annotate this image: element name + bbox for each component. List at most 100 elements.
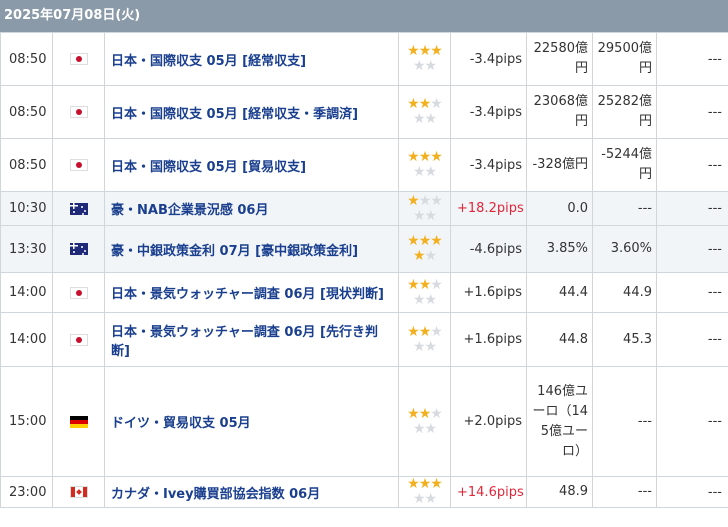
jp-flag-icon: [69, 53, 88, 65]
star-icon: ★: [407, 233, 420, 249]
forecast-value: 29500億円: [592, 32, 657, 86]
star-icon: ★: [412, 58, 426, 74]
event-time: 08:50: [0, 32, 53, 86]
star-icon: ★: [418, 43, 432, 59]
event-time: 13:30: [0, 225, 53, 273]
event-time: 10:30: [0, 191, 53, 226]
result-value: ---: [656, 32, 728, 86]
pips-change: -3.4pips: [450, 85, 527, 139]
event-time: 08:50: [0, 138, 53, 192]
date-label: 2025年07月08日(火): [4, 8, 141, 23]
event-name-link[interactable]: ドイツ・貿易収支 05月: [104, 366, 399, 477]
star-icon: ★: [418, 405, 432, 422]
star-icon: ★: [418, 476, 432, 492]
forecast-value: ---: [592, 476, 657, 508]
country-cell: [52, 32, 105, 86]
table-row[interactable]: 08:50 日本・国際収支 05月 [経常収支] ★★★ ★★ -3.4pips 2258…: [0, 32, 728, 86]
importance-stars: ★★★ ★★: [398, 476, 451, 508]
pips-change: -3.4pips: [450, 32, 527, 86]
star-icon: ★: [407, 96, 420, 112]
result-value: ---: [656, 476, 728, 508]
star-icon: ★: [407, 476, 420, 492]
event-time: 14:00: [0, 272, 53, 313]
pips-change: -3.4pips: [450, 138, 527, 192]
table-row[interactable]: 14:00 日本・景気ウォッチャー調査 06月 [先行き判断] ★★★ ★★ +1.6p…: [0, 312, 728, 367]
previous-value: 48.9: [526, 476, 593, 508]
forecast-value: -5244億円: [592, 138, 657, 192]
event-name-link[interactable]: 豪・NAB企業景況感 06月: [104, 191, 399, 226]
importance-stars: ★★★ ★★: [398, 272, 451, 313]
star-icon: ★: [424, 207, 438, 224]
result-value: ---: [656, 366, 728, 477]
country-cell: [52, 366, 105, 477]
forecast-value: ---: [592, 366, 657, 477]
star-icon: ★: [430, 405, 443, 422]
star-icon: ★: [407, 43, 420, 59]
jp-flag-icon: [69, 159, 88, 171]
star-icon: ★: [430, 276, 443, 293]
country-cell: [52, 476, 105, 508]
au-flag-icon: [69, 202, 88, 215]
event-name-link[interactable]: 豪・中銀政策金利 07月 [豪中銀政策金利]: [104, 225, 399, 273]
ca-flag-icon: [69, 486, 88, 498]
star-icon: ★: [430, 233, 443, 249]
star-icon: ★: [407, 323, 420, 340]
previous-value: 146億ユーロ（145億ユーロ）: [526, 366, 593, 477]
importance-stars: ★★★ ★★: [398, 32, 451, 86]
event-name-link[interactable]: 日本・景気ウォッチャー調査 06月 [現状判断]: [104, 272, 399, 313]
star-icon: ★: [430, 43, 443, 59]
economic-calendar-table: 08:50 日本・国際収支 05月 [経常収支] ★★★ ★★ -3.4pips 2258…: [0, 32, 728, 508]
table-row[interactable]: 15:00 ドイツ・貿易収支 05月 ★★★ ★★ +2.0pips 146億ユーロ（14…: [0, 366, 728, 477]
au-flag-icon: [69, 243, 88, 255]
result-value: ---: [656, 85, 728, 139]
table-row[interactable]: 13:30 豪・中銀政策金利 07月 [豪中銀政策金利] ★★★ ★★ -4.6pips…: [0, 225, 728, 273]
star-icon: ★: [424, 491, 438, 507]
star-icon: ★: [418, 192, 432, 209]
jp-flag-icon: [69, 333, 88, 346]
star-icon: ★: [424, 420, 438, 437]
star-icon: ★: [418, 276, 432, 293]
star-icon: ★: [430, 149, 443, 165]
pips-change: -4.6pips: [450, 225, 527, 273]
event-name-link[interactable]: 日本・国際収支 05月 [経常収支・季調済]: [104, 85, 399, 139]
star-icon: ★: [407, 276, 420, 293]
star-icon: ★: [412, 207, 426, 224]
country-cell: [52, 225, 105, 273]
de-flag-icon: [69, 415, 88, 428]
table-row[interactable]: 08:50 日本・国際収支 05月 [経常収支・季調済] ★★★ ★★ -3.4pips…: [0, 85, 728, 139]
forecast-value: 3.60%: [592, 225, 657, 273]
star-icon: ★: [430, 192, 443, 209]
jp-flag-icon: [69, 286, 88, 299]
forecast-value: 45.3: [592, 312, 657, 367]
star-icon: ★: [412, 291, 426, 308]
table-row[interactable]: 23:00 カナダ・Ivey購買部協会指数 06月 ★★★ ★★ +14.6pips 48…: [0, 476, 728, 508]
star-icon: ★: [430, 476, 443, 492]
importance-stars: ★★★ ★★: [398, 85, 451, 139]
result-value: ---: [656, 225, 728, 273]
star-icon: ★: [424, 338, 438, 355]
star-icon: ★: [407, 405, 420, 422]
pips-change: +14.6pips: [450, 476, 527, 508]
table-row[interactable]: 08:50 日本・国際収支 05月 [貿易収支] ★★★ ★★ -3.4pips -328…: [0, 138, 728, 192]
event-name-link[interactable]: カナダ・Ivey購買部協会指数 06月: [104, 476, 399, 508]
star-icon: ★: [407, 149, 420, 165]
table-row[interactable]: 10:30 豪・NAB企業景況感 06月 ★★★ ★★ +18.2pips 0.0 --- -…: [0, 191, 728, 226]
previous-value: 44.8: [526, 312, 593, 367]
previous-value: 22580億円: [526, 32, 593, 86]
star-icon: ★: [412, 338, 426, 355]
previous-value: 23068億円: [526, 85, 593, 139]
result-value: ---: [656, 138, 728, 192]
event-name-link[interactable]: 日本・国際収支 05月 [経常収支]: [104, 32, 399, 86]
star-icon: ★: [412, 164, 426, 180]
event-name-link[interactable]: 日本・景気ウォッチャー調査 06月 [先行き判断]: [104, 312, 399, 367]
star-icon: ★: [424, 291, 438, 308]
forecast-value: 44.9: [592, 272, 657, 313]
forecast-value: 25282億円: [592, 85, 657, 139]
country-cell: [52, 138, 105, 192]
star-icon: ★: [430, 96, 443, 112]
star-icon: ★: [412, 111, 426, 127]
previous-value: 3.85%: [526, 225, 593, 273]
table-row[interactable]: 14:00 日本・景気ウォッチャー調査 06月 [現状判断] ★★★ ★★ +1.6pi…: [0, 272, 728, 313]
event-name-link[interactable]: 日本・国際収支 05月 [貿易収支]: [104, 138, 399, 192]
importance-stars: ★★★ ★★: [398, 138, 451, 192]
